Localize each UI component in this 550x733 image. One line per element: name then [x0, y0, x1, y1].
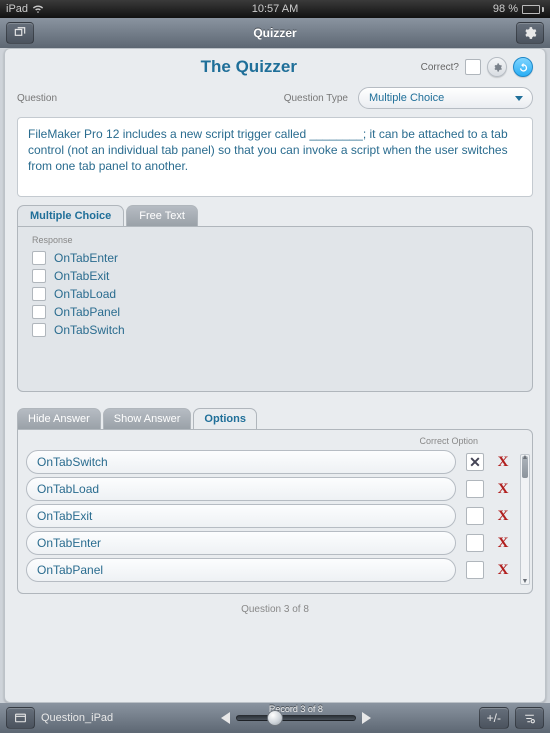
option-delete-button[interactable]: X — [494, 481, 512, 498]
response-checkbox[interactable] — [32, 305, 46, 319]
response-panel: Response OnTabEnter OnTabExit OnTabLoad OnT… — [17, 226, 533, 392]
record-caption: Record 3 of 8 — [237, 704, 355, 714]
tab-mc[interactable]: Multiple Choice — [17, 205, 124, 226]
header-gear-button[interactable] — [487, 57, 507, 77]
tab-show-answer[interactable]: Show Answer — [103, 408, 192, 429]
option-input[interactable]: OnTabLoad — [26, 477, 456, 501]
option-correct-checkbox[interactable] — [466, 561, 484, 579]
response-row: OnTabLoad — [28, 285, 522, 303]
response-row: OnTabEnter — [28, 249, 522, 267]
app-navbar: Quizzer — [0, 18, 550, 48]
option-correct-checkbox[interactable] — [466, 507, 484, 525]
option-delete-button[interactable]: X — [494, 535, 512, 552]
option-input[interactable]: OnTabEnter — [26, 531, 456, 555]
option-row: OnTabEnter X — [26, 531, 512, 555]
response-label: OnTabEnter — [54, 251, 118, 265]
settings-button[interactable] — [516, 22, 544, 44]
response-checkbox[interactable] — [32, 269, 46, 283]
response-row: OnTabExit — [28, 267, 522, 285]
option-text: OnTabLoad — [37, 482, 99, 496]
answer-tabs: Hide Answer Show Answer Options — [17, 408, 545, 429]
response-tabs: Multiple Choice Free Text — [17, 205, 545, 226]
find-sort-button[interactable] — [515, 707, 544, 729]
question-text[interactable]: FileMaker Pro 12 includes a new script t… — [17, 117, 533, 197]
tab-hide-answer[interactable]: Hide Answer — [17, 408, 101, 429]
response-row: OnTabSwitch — [28, 321, 522, 339]
windows-button[interactable] — [6, 22, 34, 44]
response-row: OnTabPanel — [28, 303, 522, 321]
correct-option-header: Correct Option — [26, 436, 524, 446]
option-text: OnTabPanel — [37, 563, 103, 577]
options-panel: Correct Option OnTabSwitchXOnTabLoadXOnT… — [17, 429, 533, 594]
response-label: OnTabExit — [54, 269, 109, 283]
option-correct-checkbox[interactable] — [466, 453, 484, 471]
option-row: OnTabExit X — [26, 504, 512, 528]
tab-options[interactable]: Options — [193, 408, 257, 429]
option-delete-button[interactable]: X — [494, 562, 512, 579]
option-row: OnTabSwitch X — [26, 450, 512, 474]
response-checkbox[interactable] — [32, 251, 46, 265]
header-refresh-button[interactable] — [513, 57, 533, 77]
option-text: OnTabEnter — [37, 536, 101, 550]
option-correct-checkbox[interactable] — [466, 534, 484, 552]
option-input[interactable]: OnTabPanel — [26, 558, 456, 582]
ipad-status-bar: iPad 10:57 AM 98 % — [0, 0, 550, 18]
response-checkbox[interactable] — [32, 287, 46, 301]
option-delete-button[interactable]: X — [494, 454, 512, 471]
options-scrollbar[interactable]: ▲ ▼ — [520, 454, 530, 585]
layout-menu-button[interactable] — [6, 707, 35, 729]
qtype-dropdown[interactable]: Multiple Choice — [358, 87, 533, 109]
record-navigator: Record 3 of 8 — [119, 712, 472, 724]
option-row: OnTabPanel X — [26, 558, 512, 582]
slider-knob[interactable] — [267, 710, 283, 726]
correct-checkbox[interactable] — [465, 59, 481, 75]
next-record-button[interactable] — [362, 712, 371, 724]
option-delete-button[interactable]: X — [494, 508, 512, 525]
response-label: OnTabPanel — [54, 305, 120, 319]
bottom-toolbar: Question_iPad Record 3 of 8 +/- — [0, 703, 550, 733]
option-input[interactable]: OnTabExit — [26, 504, 456, 528]
add-omit-button[interactable]: +/- — [479, 707, 509, 729]
record-slider[interactable]: Record 3 of 8 — [236, 715, 356, 721]
qtype-label: Question Type — [284, 93, 348, 104]
option-text: OnTabSwitch — [37, 455, 108, 469]
response-label: OnTabSwitch — [54, 323, 125, 337]
option-text: OnTabExit — [37, 509, 92, 523]
quiz-page: The Quizzer Correct? Question Question T… — [4, 48, 546, 703]
qtype-value: Multiple Choice — [369, 92, 444, 104]
prev-record-button[interactable] — [221, 712, 230, 724]
option-correct-checkbox[interactable] — [466, 480, 484, 498]
response-header: Response — [32, 235, 522, 245]
tab-free[interactable]: Free Text — [126, 205, 198, 226]
pager-label: Question 3 of 8 — [5, 604, 545, 615]
app-title: The Quizzer — [77, 57, 421, 77]
navbar-title: Quizzer — [253, 26, 296, 40]
response-checkbox[interactable] — [32, 323, 46, 337]
correct-label: Correct? — [421, 62, 459, 73]
layout-name: Question_iPad — [41, 712, 113, 724]
response-label: OnTabLoad — [54, 287, 116, 301]
question-label: Question — [17, 93, 77, 104]
option-input[interactable]: OnTabSwitch — [26, 450, 456, 474]
status-time: 10:57 AM — [0, 3, 550, 15]
option-row: OnTabLoad X — [26, 477, 512, 501]
